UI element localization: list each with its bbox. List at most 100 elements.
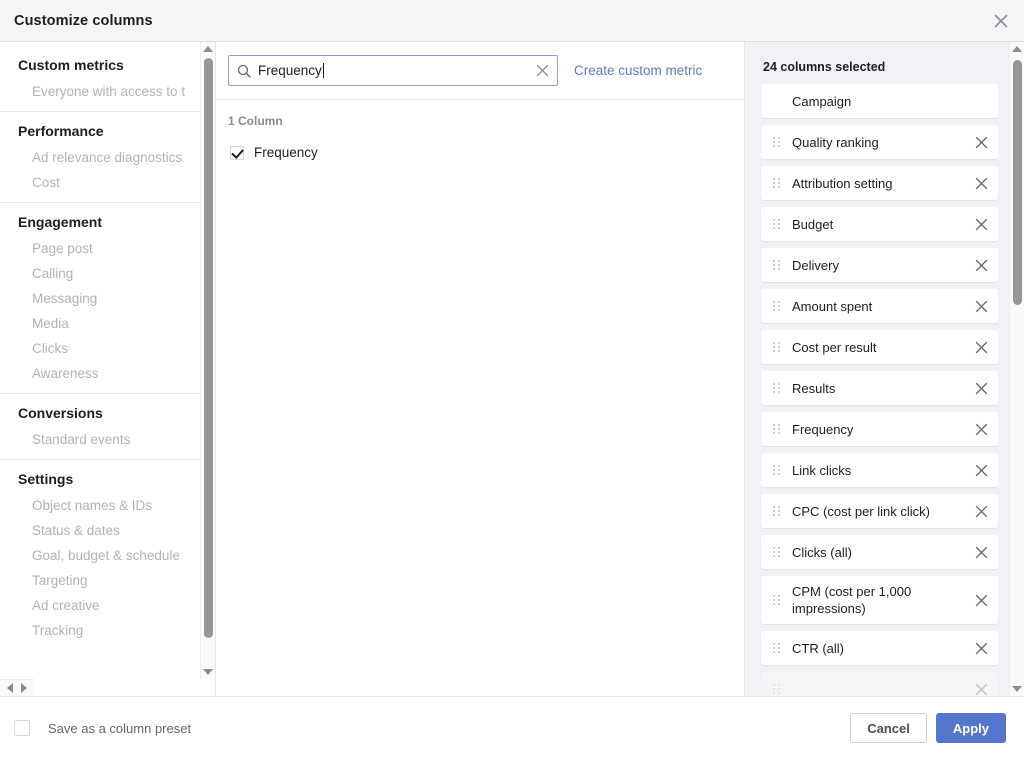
drag-handle-icon[interactable] — [769, 424, 783, 434]
dialog-footer: Save as a column preset Cancel Apply — [0, 697, 1024, 759]
selected-column-label: CTR (all) — [792, 640, 844, 656]
sidebar-item-media[interactable]: Media — [0, 311, 215, 336]
remove-column-icon[interactable] — [975, 594, 988, 607]
sidebar-item-clicks[interactable]: Clicks — [0, 336, 215, 361]
selected-column-item[interactable]: Cost per result — [761, 330, 998, 364]
clear-icon[interactable] — [530, 64, 549, 77]
drag-handle-icon[interactable] — [769, 219, 783, 229]
sidebar-group: Performance Ad relevance diagnostics Cost — [0, 111, 215, 195]
selected-column-label: Attribution setting — [792, 175, 893, 191]
selected-column-item[interactable]: CPC (cost per link click) — [761, 494, 998, 528]
selected-column-item[interactable]: Attribution setting — [761, 166, 998, 200]
drag-handle-icon[interactable] — [769, 260, 783, 270]
close-icon[interactable] — [988, 8, 1014, 34]
sidebar-horizontal-scrollbar[interactable] — [0, 679, 34, 696]
selected-column-item[interactable]: Campaign — [761, 84, 998, 118]
remove-column-icon[interactable] — [975, 683, 988, 696]
sidebar-item-targeting[interactable]: Targeting — [0, 568, 215, 593]
sidebar-vertical-scrollbar[interactable] — [200, 42, 215, 679]
remove-column-icon[interactable] — [975, 464, 988, 477]
sidebar-vscroll-thumb[interactable] — [204, 58, 213, 638]
drag-handle-icon[interactable] — [769, 643, 783, 653]
selected-vertical-scrollbar[interactable] — [1009, 42, 1024, 696]
drag-handle-icon[interactable] — [769, 595, 783, 605]
search-results: 1 Column Frequency — [216, 100, 744, 696]
sidebar-item-messaging[interactable]: Messaging — [0, 286, 215, 311]
search-input[interactable]: Frequency — [228, 55, 558, 86]
sidebar-item-awareness[interactable]: Awareness — [0, 361, 215, 386]
remove-column-icon[interactable] — [975, 642, 988, 655]
selected-column-item[interactable]: CPM (cost per 1,000 impressions) — [761, 576, 998, 624]
remove-column-icon[interactable] — [975, 136, 988, 149]
sidebar-item-tracking[interactable]: Tracking — [0, 618, 215, 643]
customize-columns-dialog: Customize columns Custom metrics Everyone… — [0, 0, 1024, 759]
remove-column-icon[interactable] — [975, 382, 988, 395]
selected-column-item[interactable]: Clicks (all) — [761, 535, 998, 569]
sidebar-item-page-post[interactable]: Page post — [0, 236, 215, 261]
selected-column-item[interactable]: Delivery — [761, 248, 998, 282]
sidebar-item-calling[interactable]: Calling — [0, 261, 215, 286]
remove-column-icon[interactable] — [975, 259, 988, 272]
drag-handle-icon[interactable] — [769, 137, 783, 147]
sidebar-item-ad-relevance-diagnostics[interactable]: Ad relevance diagnostics — [0, 145, 215, 170]
create-custom-metric-link[interactable]: Create custom metric — [574, 63, 702, 78]
sidebar-group-heading: Performance — [18, 123, 104, 139]
remove-column-icon[interactable] — [975, 218, 988, 231]
sidebar-item-object-names-ids[interactable]: Object names & IDs — [0, 493, 215, 518]
sidebar-item-standard-events[interactable]: Standard events — [0, 427, 215, 452]
category-sidebar: Custom metrics Everyone with access to t P… — [0, 42, 216, 696]
cancel-button[interactable]: Cancel — [850, 713, 927, 743]
selected-column-item[interactable]: Budget — [761, 207, 998, 241]
selected-column-item[interactable]: Amount spent — [761, 289, 998, 323]
selected-column-item[interactable]: Link clicks — [761, 453, 998, 487]
save-preset-row[interactable]: Save as a column preset — [14, 720, 191, 736]
selected-scroll-up-icon[interactable] — [1012, 42, 1022, 56]
remove-column-icon[interactable] — [975, 505, 988, 518]
selected-column-label: Amount spent — [792, 298, 873, 314]
sidebar-group: Settings Object names & IDs Status & dates… — [0, 459, 215, 643]
sidebar-item-cost[interactable]: Cost — [0, 170, 215, 195]
drag-handle-icon[interactable] — [769, 684, 783, 694]
scroll-right-icon[interactable] — [17, 683, 31, 693]
sidebar-vscroll-track[interactable] — [201, 56, 215, 665]
search-icon — [237, 64, 251, 78]
remove-column-icon[interactable] — [975, 177, 988, 190]
selected-column-label: Cost per result — [792, 339, 877, 355]
sidebar-group: Engagement Page post Calling Messaging Media… — [0, 202, 215, 386]
drag-handle-icon[interactable] — [769, 506, 783, 516]
result-row[interactable]: Frequency — [216, 140, 744, 165]
remove-column-icon[interactable] — [975, 341, 988, 354]
search-input-value[interactable]: Frequency — [258, 63, 530, 78]
drag-handle-icon[interactable] — [769, 301, 783, 311]
save-preset-checkbox[interactable] — [14, 720, 30, 736]
drag-handle-icon[interactable] — [769, 342, 783, 352]
drag-handle-icon[interactable] — [769, 465, 783, 475]
sidebar-item-everyone-with-access-to-t[interactable]: Everyone with access to t — [0, 79, 215, 104]
scroll-up-icon[interactable] — [203, 42, 213, 56]
scroll-left-icon[interactable] — [3, 683, 17, 693]
selected-scroll-down-icon[interactable] — [1012, 682, 1022, 696]
apply-button[interactable]: Apply — [935, 713, 1006, 743]
selected-column-label: Quality ranking — [792, 134, 879, 150]
sidebar-item-goal-budget-schedule[interactable]: Goal, budget & schedule — [0, 543, 215, 568]
drag-handle-icon[interactable] — [769, 547, 783, 557]
selected-column-item[interactable]: Results — [761, 371, 998, 405]
scroll-down-icon[interactable] — [203, 665, 213, 679]
sidebar-group: Custom metrics Everyone with access to t — [0, 54, 215, 104]
remove-column-icon[interactable] — [975, 423, 988, 436]
drag-handle-icon[interactable] — [769, 178, 783, 188]
selected-vscroll-thumb[interactable] — [1013, 60, 1022, 305]
sidebar-item-ad-creative[interactable]: Ad creative — [0, 593, 215, 618]
selected-column-item[interactable]: CTR (all) — [761, 631, 998, 665]
drag-handle-icon[interactable] — [769, 383, 783, 393]
result-label: Frequency — [254, 145, 318, 160]
result-checkbox[interactable] — [230, 145, 244, 160]
selected-column-item[interactable]: Frequency — [761, 412, 998, 446]
remove-column-icon[interactable] — [975, 546, 988, 559]
remove-column-icon[interactable] — [975, 300, 988, 313]
selected-vscroll-track[interactable] — [1010, 56, 1024, 682]
selected-column-item[interactable]: Quality ranking — [761, 125, 998, 159]
selected-column-item[interactable] — [761, 672, 998, 696]
sidebar-item-status-dates[interactable]: Status & dates — [0, 518, 215, 543]
sidebar-group: Conversions Standard events — [0, 393, 215, 452]
